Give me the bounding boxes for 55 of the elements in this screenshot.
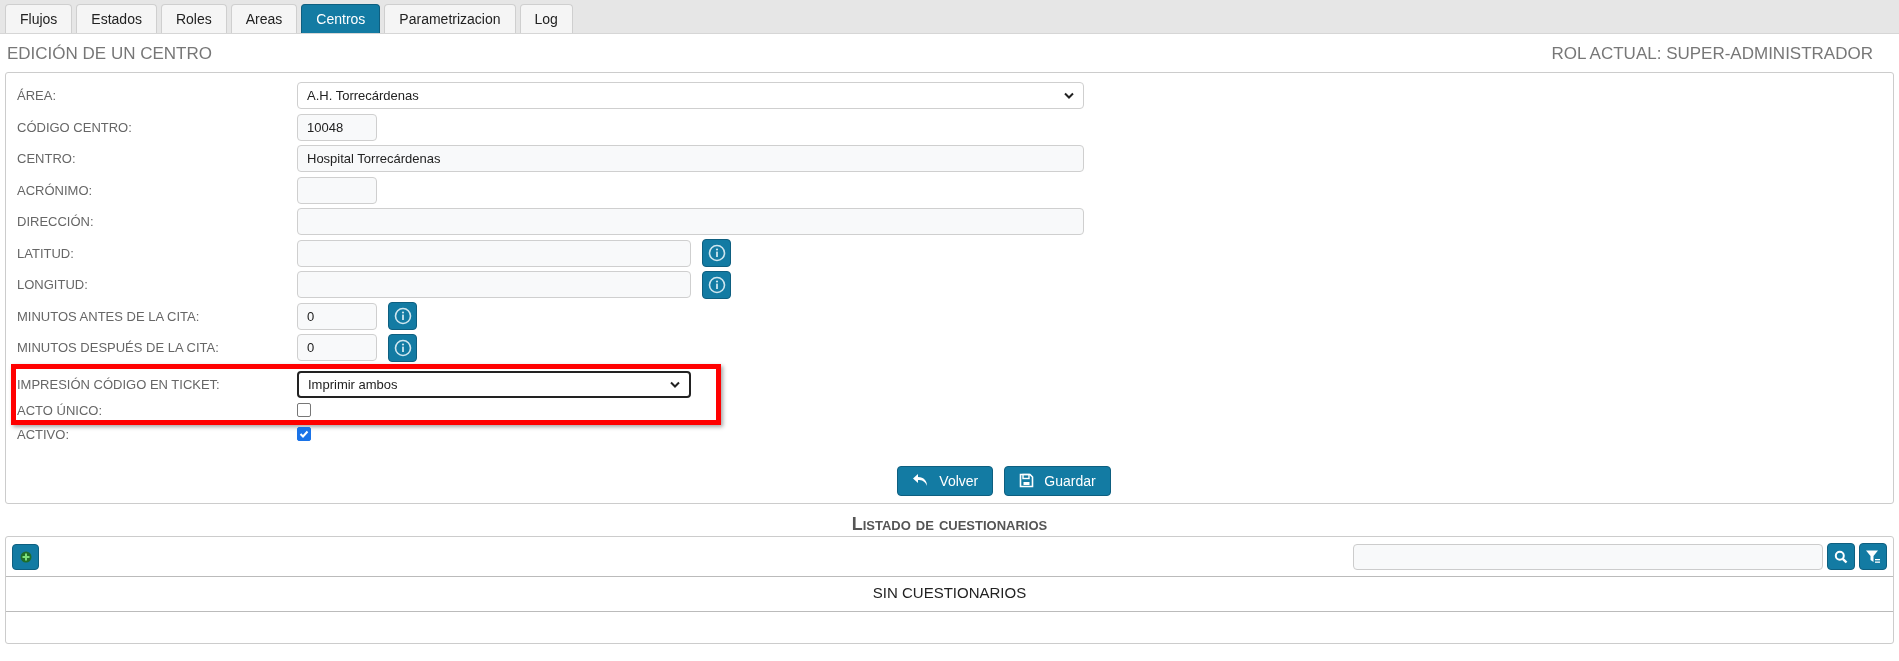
field-label: ACRÓNIMO: [17,182,94,198]
current-role-label: ROL ACTUAL: SUPER-ADMINISTRADOR [1551,44,1873,64]
info-button[interactable] [702,270,731,299]
checkbox[interactable] [297,427,311,441]
filter-icon [1865,548,1881,565]
info-icon [393,307,412,326]
chevron-down-icon [1064,92,1074,100]
search-icon [1834,549,1848,564]
input-field[interactable] [297,176,377,204]
field-label: CÓDIGO CENTRO: [17,119,133,135]
field-label: MINUTOS DESPUÉS DE LA CITA: [17,340,220,356]
checkbox[interactable] [297,403,311,417]
page-title: EDICIÓN DE UN CENTRO [7,44,212,64]
field-label: ÁREA: [17,88,57,104]
info-button[interactable] [388,302,417,331]
input-field[interactable] [297,271,691,299]
info-button[interactable] [702,239,731,268]
info-icon [707,275,726,294]
filter-button[interactable] [1859,543,1887,570]
input-field[interactable]: 10048 [297,113,377,141]
field-label: IMPRESIÓN CÓDIGO EN TICKET: [17,377,221,392]
info-button[interactable] [388,333,417,362]
search-field[interactable] [1353,543,1823,570]
add-button[interactable] [12,543,39,570]
tab[interactable]: Roles [160,4,227,33]
tab[interactable]: Flujos [5,4,73,33]
field-label: MINUTOS ANTES DE LA CITA: [17,308,201,324]
dropdown[interactable]: Imprimir ambos [297,371,691,398]
dropdown[interactable]: A.H. Torrecárdenas [297,82,1084,110]
input-field[interactable] [297,239,691,267]
section-title: Listado de cuestionarios [850,514,1049,536]
input-field[interactable]: 0 [297,334,377,362]
input-field[interactable] [297,208,1084,236]
tab[interactable]: Areas [230,4,298,33]
tab[interactable]: Parametrizacion [384,4,516,33]
plus-icon [19,550,32,563]
back-arrow-icon [912,473,930,488]
field-label: ACTO ÚNICO: [17,402,103,418]
info-icon [707,244,726,263]
chevron-down-icon [670,381,680,388]
field-label: LONGITUD: [17,277,89,293]
input-field[interactable]: Hospital Torrecárdenas [297,145,1084,173]
save-button[interactable]: Guardar [1004,465,1111,496]
field-label: DIRECCIÓN: [17,214,95,230]
search-button[interactable] [1827,543,1855,570]
info-icon [393,338,412,357]
field-label: LATITUD: [17,245,75,261]
empty-message: SIN CUESTIONARIOS [872,584,1027,601]
tab[interactable]: Centros [301,4,381,33]
input-field[interactable]: 0 [297,302,377,330]
back-button[interactable]: Volver [897,465,994,496]
tab[interactable]: Log [519,4,573,33]
field-label: ACTIVO: [17,426,70,442]
tab[interactable]: Estados [76,4,157,33]
field-label: CENTRO: [17,151,77,167]
